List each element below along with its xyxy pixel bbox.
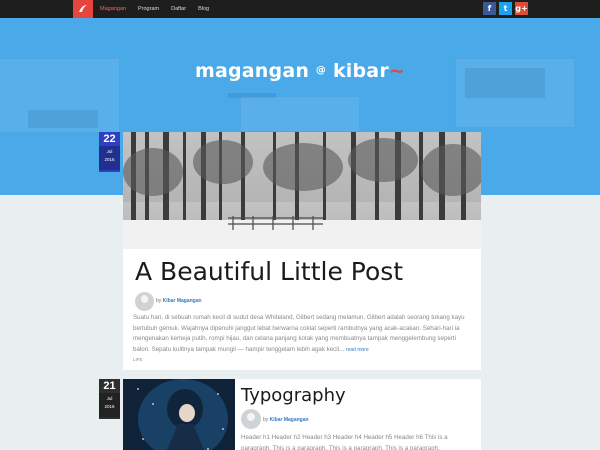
- author-prefix: by: [156, 298, 162, 304]
- post-date-badge: 22 Jul 2016: [99, 132, 120, 172]
- main-nav: Magangan Program Daftar Blog: [100, 0, 209, 18]
- post-author-meta: by Kibar Magangan: [156, 298, 202, 304]
- post-date-month: Jul: [106, 396, 113, 401]
- social-links: f t g+: [483, 2, 528, 15]
- post-excerpt: Suatu hari, di sebuah rumah kecil di sud…: [133, 313, 471, 355]
- post-title[interactable]: Typography: [241, 385, 346, 406]
- nav-item-daftar[interactable]: Daftar: [171, 6, 186, 12]
- author-avatar[interactable]: [241, 409, 261, 429]
- post-date-year: 2016: [104, 157, 115, 162]
- post-featured-image[interactable]: [123, 132, 481, 249]
- twitter-icon[interactable]: t: [499, 2, 512, 15]
- post-date-day: 22: [103, 133, 116, 145]
- anime-illustration-image: [123, 379, 235, 450]
- read-more-link[interactable]: read more: [346, 347, 369, 353]
- snowy-forest-image: [123, 132, 481, 249]
- post-author-meta: by Kibar Magangan: [263, 417, 309, 423]
- post-date-day: 21: [103, 380, 116, 392]
- brand-at: @: [315, 65, 327, 76]
- site-logo[interactable]: [73, 0, 93, 18]
- nav-item-program[interactable]: Program: [138, 6, 159, 12]
- nav-item-magangan[interactable]: Magangan: [100, 6, 126, 12]
- post-date-badge: 21 Jul 2016: [99, 379, 120, 419]
- post-excerpt-text: Suatu hari, di sebuah rumah kecil di sud…: [133, 314, 465, 353]
- hero-device-illustration: [28, 110, 98, 128]
- post-date-month-year: Jul 2016: [99, 146, 120, 170]
- author-link[interactable]: Kibar Magangan: [270, 417, 309, 423]
- brand-title: magangan @ kibar~: [0, 60, 600, 82]
- post-date-month-year: Jul 2016: [99, 393, 120, 417]
- brand-name: magangan: [194, 60, 310, 82]
- post-title[interactable]: A Beautiful Little Post: [135, 257, 403, 286]
- post-excerpt: Header h1 Header h2 Header h3 Header h4 …: [241, 434, 448, 450]
- nav-item-blog[interactable]: Blog: [198, 6, 209, 12]
- brand-swoosh-icon: ~: [388, 60, 406, 82]
- author-link[interactable]: Kibar Magangan: [163, 298, 202, 304]
- post-card: Typography by Kibar Magangan Header h1 H…: [123, 379, 481, 450]
- post-thumbnail[interactable]: [123, 379, 235, 450]
- facebook-icon[interactable]: f: [483, 2, 496, 15]
- author-prefix: by: [263, 417, 269, 423]
- post-date-year: 2016: [104, 404, 115, 409]
- brand-partner: kibar: [332, 60, 389, 82]
- post-date-month: Jul: [106, 149, 113, 154]
- top-navbar: Magangan Program Daftar Blog f t g+: [0, 0, 600, 18]
- hero-center-display: [228, 93, 276, 98]
- swoosh-logo-icon: [79, 5, 87, 12]
- post-card: A Beautiful Little Post by Kibar Maganga…: [123, 132, 481, 370]
- author-avatar[interactable]: [135, 292, 154, 311]
- hero-center-device: [240, 96, 360, 132]
- google-plus-icon[interactable]: g+: [515, 2, 528, 15]
- post-tag[interactable]: LIFE: [133, 357, 143, 362]
